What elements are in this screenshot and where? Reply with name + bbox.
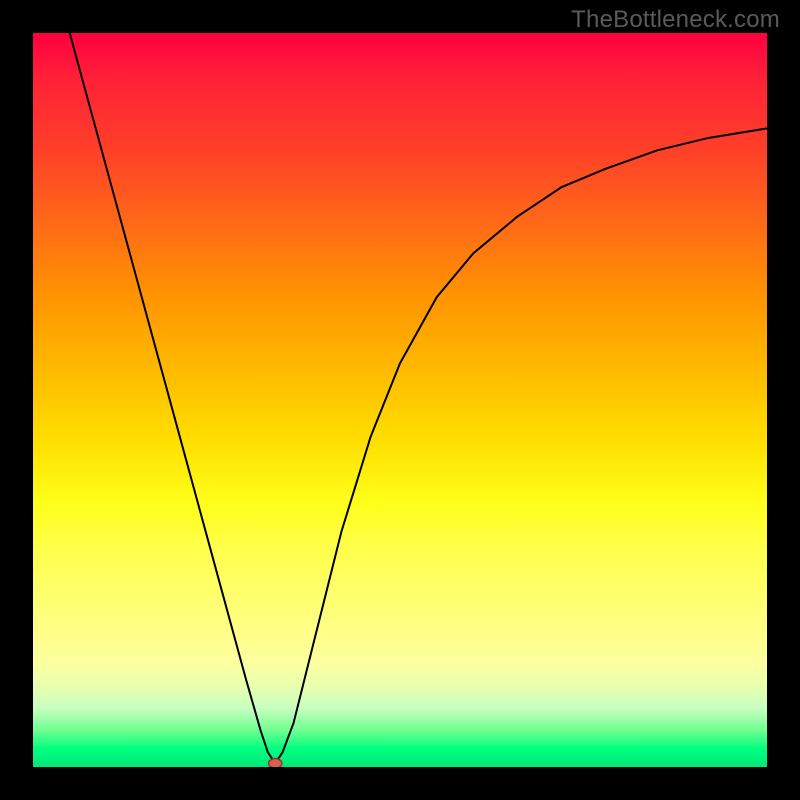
plot-area — [33, 33, 767, 767]
chart-frame: TheBottleneck.com — [0, 0, 800, 800]
watermark-text: TheBottleneck.com — [571, 6, 780, 34]
bottleneck-curve-svg — [33, 33, 767, 767]
optimal-point-marker — [269, 759, 282, 767]
bottleneck-curve — [70, 33, 767, 763]
